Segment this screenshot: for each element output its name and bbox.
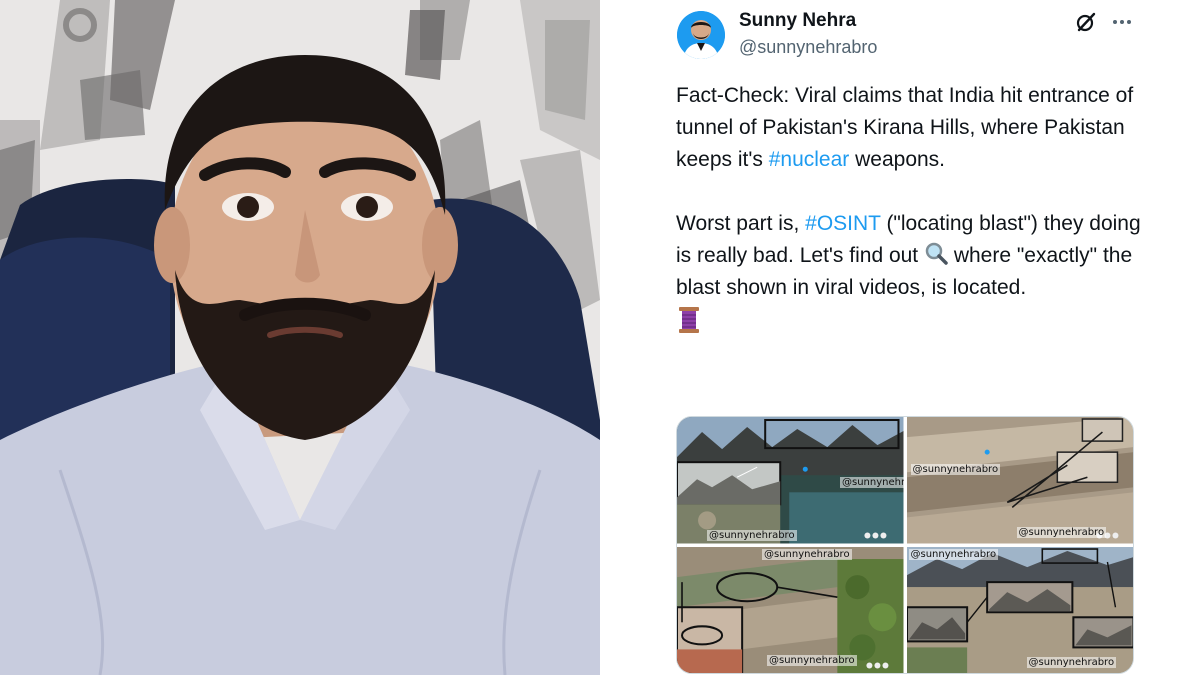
tweet-media-grid[interactable]: @sunnynehrabro @sunnynehra @sunnynehrabr… xyxy=(676,416,1134,674)
town-aerial-image xyxy=(906,417,1133,544)
author-name[interactable]: Sunny Nehra xyxy=(739,10,856,32)
tweet-text: Fact-Check: Viral claims that India hit … xyxy=(676,80,1146,334)
more-icon[interactable] xyxy=(1110,10,1134,34)
paragraph-2-text: Worst part is, xyxy=(676,212,806,235)
magnifier-emoji-icon xyxy=(925,242,948,265)
media-watermark: @sunnynehrabro xyxy=(707,530,797,541)
media-watermark-alt: @sunnynehra xyxy=(840,477,904,488)
media-image-3[interactable]: @sunnynehrabro @sunnynehrabro xyxy=(677,546,904,673)
media-image-4[interactable]: @sunnynehrabro @sunnynehrabro xyxy=(906,546,1133,673)
avatar-image xyxy=(677,11,725,59)
author-handle[interactable]: @sunnynehrabro xyxy=(739,37,877,58)
tweet-card: Sunny Nehra @sunnynehrabro Fact-Check: V… xyxy=(600,0,1200,675)
media-watermark-2: @sunnynehrabro xyxy=(910,464,1001,475)
media-watermark-7: @sunnynehrabro xyxy=(1026,656,1117,668)
author-avatar[interactable] xyxy=(677,11,725,59)
hashtag-osint-link[interactable]: #OSINT xyxy=(805,212,880,235)
presenter-image xyxy=(0,0,600,675)
grok-icon[interactable] xyxy=(1074,10,1098,34)
presenter-video xyxy=(0,0,600,675)
tweet-paragraph-1: Fact-Check: Viral claims that India hit … xyxy=(676,80,1146,176)
media-image-2[interactable]: @sunnynehrabro @sunnynehrabro xyxy=(906,417,1133,544)
media-watermark-6: @sunnynehrabro xyxy=(908,548,999,560)
hashtag-nuclear-link[interactable]: #nuclear xyxy=(769,148,850,171)
tweet-paragraph-2: Worst part is, #OSINT ("locating blast")… xyxy=(676,208,1146,304)
paragraph-1-tail: weapons. xyxy=(849,148,946,171)
media-image-1[interactable]: @sunnynehrabro @sunnynehra xyxy=(677,417,904,544)
spool-of-thread-icon xyxy=(679,307,699,333)
media-watermark-3: @sunnynehrabro xyxy=(1016,527,1107,538)
media-watermark-4: @sunnynehrabro xyxy=(762,548,852,560)
media-watermark-5: @sunnynehrabro xyxy=(767,654,857,666)
hills-comparison-image xyxy=(906,546,1133,673)
